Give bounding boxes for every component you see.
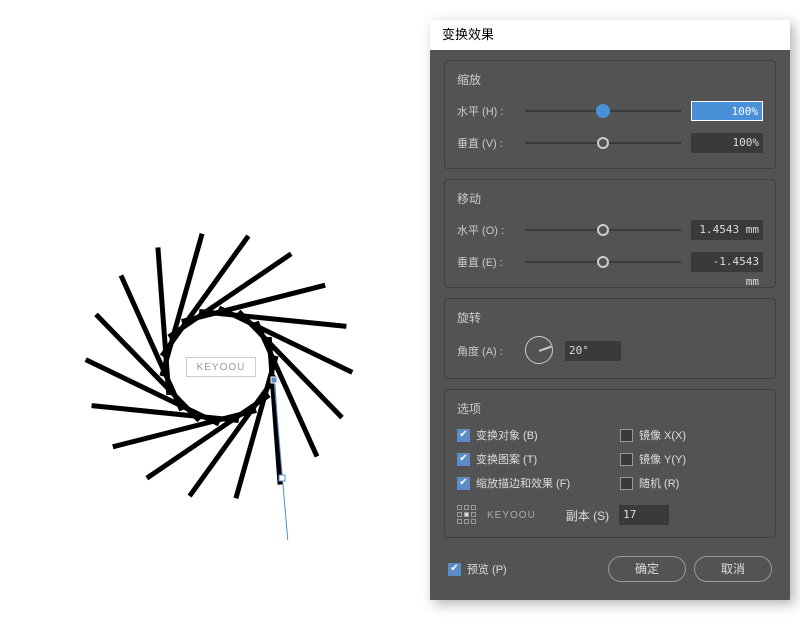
cancel-button[interactable]: 取消: [694, 556, 772, 582]
checkbox-mirror-y[interactable]: [620, 453, 633, 466]
checkbox-random[interactable]: [620, 477, 633, 490]
scale-horizontal-input[interactable]: 100%: [691, 101, 763, 121]
scale-title: 缩放: [457, 71, 763, 88]
ok-button[interactable]: 确定: [608, 556, 686, 582]
label-mirror-x: 镜像 X(X): [639, 427, 686, 443]
scale-vertical-slider[interactable]: [525, 133, 681, 153]
copies-input[interactable]: 17: [619, 505, 669, 525]
canvas-area: KEYOOU: [0, 0, 430, 630]
scale-horizontal-slider[interactable]: [525, 101, 681, 121]
checkbox-mirror-x[interactable]: [620, 429, 633, 442]
move-vertical-input[interactable]: -1.4543 mm: [691, 252, 763, 272]
rotate-group: 旋转 角度 (A) : 20°: [444, 298, 776, 379]
keyoou-badge: KEYOOU: [186, 357, 256, 377]
options-title: 选项: [457, 400, 763, 417]
rotate-angle-input[interactable]: 20°: [565, 341, 621, 361]
label-transform-pattern: 变换图案 (T): [476, 451, 537, 467]
angle-dial[interactable]: [525, 336, 555, 366]
label-transform-object: 变换对象 (B): [476, 427, 538, 443]
options-group: 选项 变换对象 (B) 镜像 X(X) 变换图案 (T) 镜像 Y(Y) 缩放描…: [444, 389, 776, 538]
label-mirror-y: 镜像 Y(Y): [639, 451, 686, 467]
label-random: 随机 (R): [639, 475, 679, 491]
scale-group: 缩放 水平 (H) : 100% 垂直 (V) : 100%: [444, 60, 776, 169]
copies-label: 副本 (S): [566, 507, 609, 524]
label-scale-strokes: 缩放描边和效果 (F): [476, 475, 570, 491]
anchor-selector[interactable]: [457, 505, 477, 525]
scale-vertical-input[interactable]: 100%: [691, 133, 763, 153]
preview-label: 预览 (P): [467, 561, 507, 577]
scale-horizontal-label: 水平 (H) :: [457, 103, 515, 119]
rotate-angle-label: 角度 (A) :: [457, 343, 515, 359]
scale-vertical-label: 垂直 (V) :: [457, 135, 515, 151]
move-horizontal-slider[interactable]: [525, 220, 681, 240]
keyoou-watermark: KEYOOU: [487, 510, 536, 521]
move-horizontal-input[interactable]: 1.4543 mm: [691, 220, 763, 240]
move-vertical-slider[interactable]: [525, 252, 681, 272]
checkbox-scale-strokes[interactable]: [457, 477, 470, 490]
move-horizontal-label: 水平 (O) :: [457, 222, 515, 238]
rotate-title: 旋转: [457, 309, 763, 326]
dialog-title: 变换效果: [430, 20, 790, 50]
checkbox-preview[interactable]: [448, 563, 461, 576]
move-title: 移动: [457, 190, 763, 207]
spiral-artwork: [0, 110, 420, 540]
checkbox-transform-pattern[interactable]: [457, 453, 470, 466]
checkbox-transform-object[interactable]: [457, 429, 470, 442]
transform-effect-dialog: 变换效果 缩放 水平 (H) : 100% 垂直 (V) : 100%: [430, 20, 790, 600]
move-group: 移动 水平 (O) : 1.4543 mm 垂直 (E) : -1.4543 m…: [444, 179, 776, 288]
move-vertical-label: 垂直 (E) :: [457, 254, 515, 270]
